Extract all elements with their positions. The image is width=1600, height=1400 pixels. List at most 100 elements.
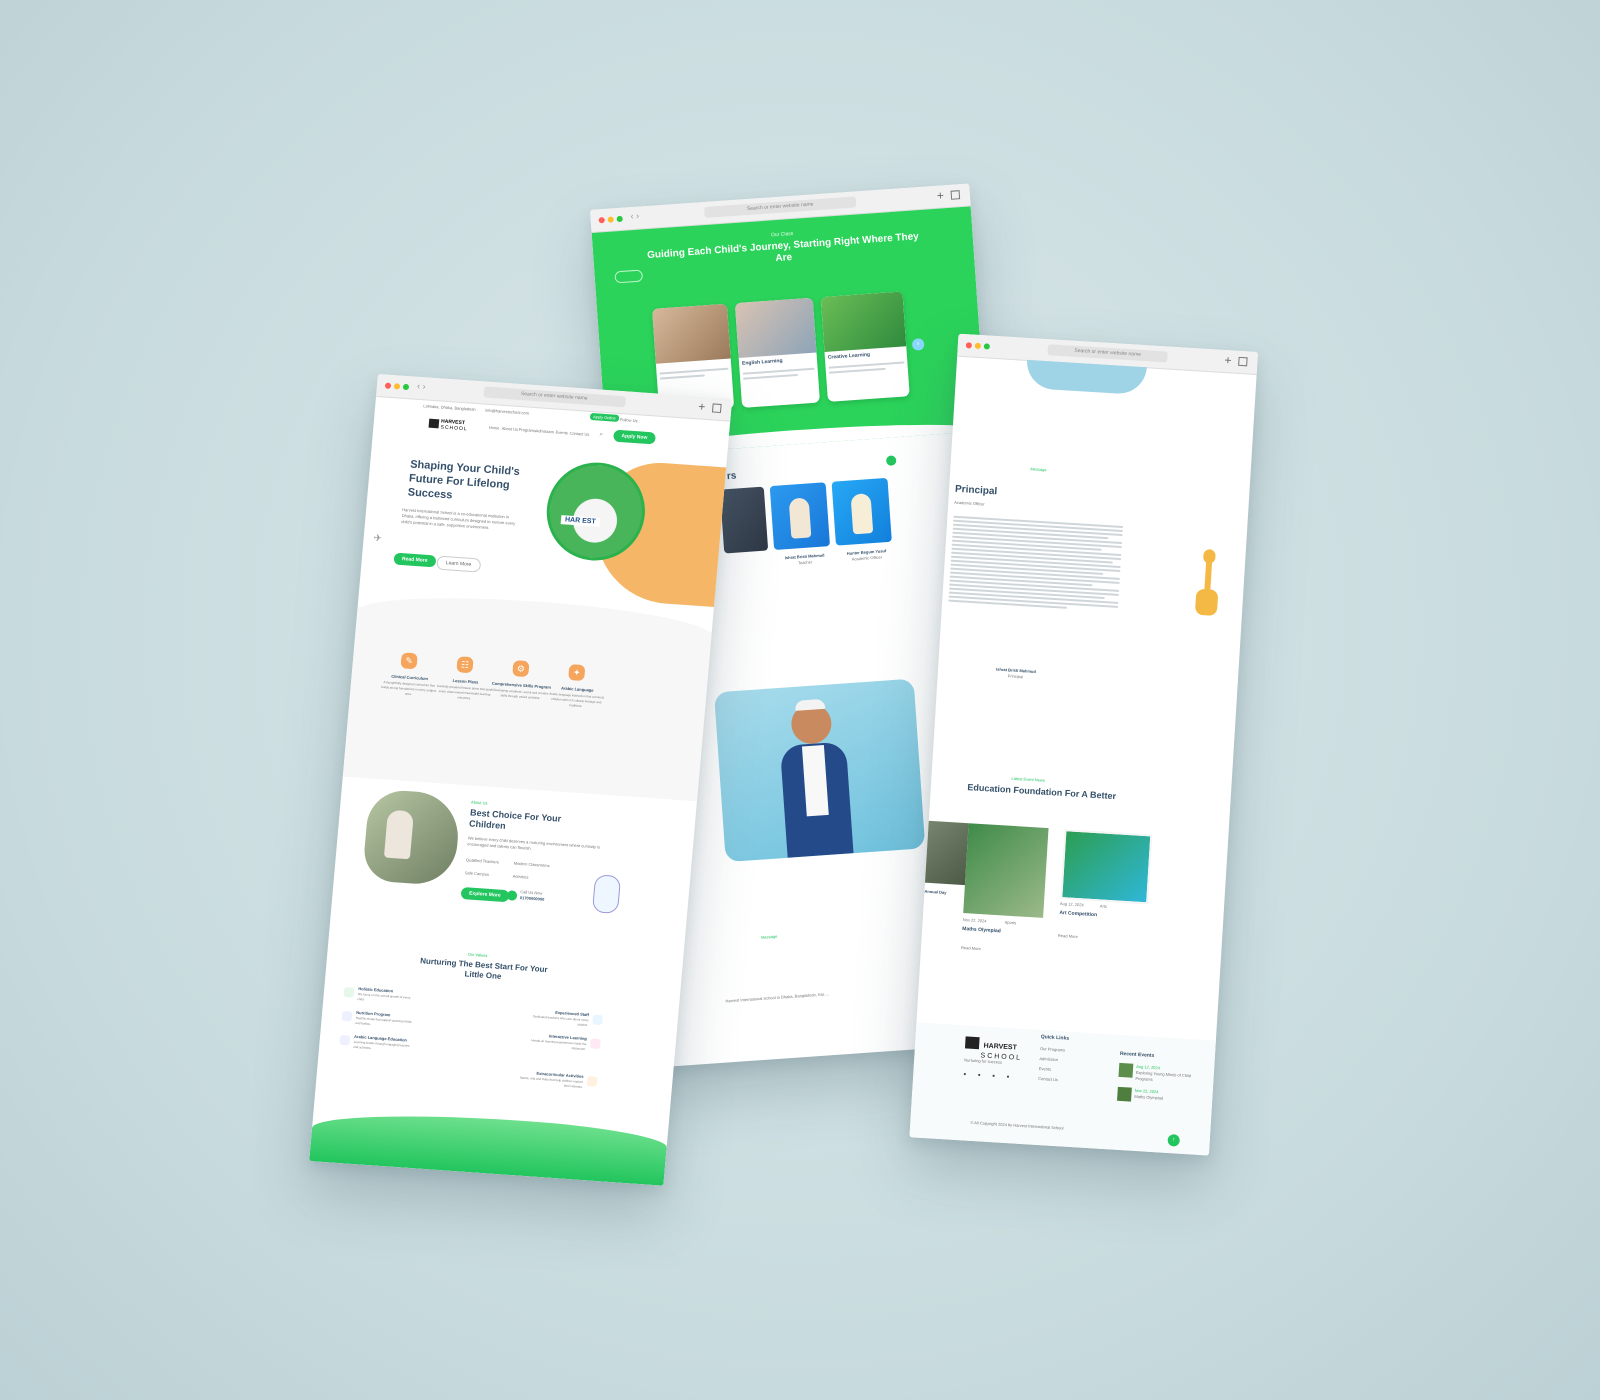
services-tag: Our Values bbox=[467, 951, 488, 958]
footer-snippet: Harvest International School in Dhaka, B… bbox=[725, 991, 830, 1004]
class-card-image bbox=[652, 303, 731, 364]
tabs-icon[interactable] bbox=[950, 190, 961, 200]
social-icons[interactable]: ● ● ● ● bbox=[963, 1071, 1015, 1080]
minimize-dot[interactable] bbox=[974, 342, 982, 350]
close-dot[interactable] bbox=[384, 382, 392, 389]
service-icon bbox=[590, 1038, 601, 1050]
principal-title: Principal bbox=[954, 483, 998, 498]
class-card[interactable]: English Learning bbox=[734, 297, 820, 408]
teacher-card[interactable] bbox=[719, 486, 769, 554]
new-tab-icon[interactable]: + bbox=[1224, 353, 1232, 367]
choice-tag: About Us bbox=[470, 799, 488, 806]
features-section: ✎ ☷ ⚙ ✦ Clinical Curriculum A thoughtful… bbox=[342, 607, 712, 802]
service-icon bbox=[592, 1014, 603, 1026]
recent-events-title: Recent Events bbox=[1119, 1050, 1155, 1059]
logo-subtext: SCHOOL bbox=[440, 424, 468, 433]
feature-text: Arabic language instruction that connect… bbox=[549, 691, 605, 709]
quick-link[interactable]: Events bbox=[1039, 1066, 1052, 1073]
address-bar[interactable]: Search or enter website name bbox=[1047, 344, 1168, 363]
logo-mark-icon bbox=[428, 418, 440, 429]
minimize-dot[interactable] bbox=[607, 216, 614, 223]
quick-link[interactable]: Contact Us bbox=[1038, 1076, 1058, 1083]
search-icon[interactable]: ⌕ bbox=[599, 432, 603, 439]
event-card[interactable]: Aug 12, 2024 Arts Art Competition bbox=[1059, 829, 1153, 924]
event-date: Aug 12, 2024 bbox=[1059, 900, 1084, 908]
feature-text: A thoughtfully designed curriculum that … bbox=[381, 680, 437, 697]
event-image bbox=[963, 823, 1049, 918]
curriculum-icon: ✎ bbox=[400, 652, 418, 670]
address-bar[interactable]: Search or enter website name bbox=[704, 196, 857, 219]
maximize-dot[interactable] bbox=[402, 383, 410, 391]
service-icon bbox=[341, 1010, 353, 1022]
hero-sign: HAR EST bbox=[560, 515, 601, 527]
close-dot[interactable] bbox=[598, 217, 605, 224]
signature-role: Principal bbox=[1007, 673, 1024, 680]
maximize-dot[interactable] bbox=[983, 343, 991, 350]
hero-text: Harvest International School is a co-edu… bbox=[401, 507, 516, 531]
choice-image bbox=[361, 788, 462, 887]
apply-online-link[interactable]: Apply Online bbox=[589, 412, 620, 422]
tabs-icon[interactable] bbox=[1238, 356, 1248, 367]
recent-event-title[interactable]: Maths Olympiad bbox=[1134, 1094, 1163, 1102]
recent-event-title[interactable]: Exploring Young Minds of Child Programs bbox=[1135, 1070, 1196, 1086]
tabs-icon[interactable] bbox=[711, 403, 722, 414]
teacher-figure bbox=[788, 497, 812, 539]
back-to-top-button[interactable]: ↑ bbox=[1167, 1133, 1181, 1147]
service-icon bbox=[343, 987, 355, 998]
minimize-dot[interactable] bbox=[393, 383, 401, 390]
choice-item: Safe Campus bbox=[464, 870, 490, 877]
event-readmore[interactable]: Read More bbox=[961, 945, 981, 952]
close-dot[interactable] bbox=[965, 342, 973, 349]
choice-item: Activities bbox=[512, 873, 529, 880]
student-banner bbox=[713, 678, 926, 863]
service-icon bbox=[586, 1076, 598, 1087]
explore-more-button[interactable]: Explore More bbox=[460, 887, 510, 903]
address-bar[interactable]: Search or enter website name bbox=[482, 386, 626, 408]
services-title: Nurturing The Best Start For Your Little… bbox=[419, 956, 548, 981]
hero: Shaping Your Child's Future For Lifelong… bbox=[357, 433, 733, 636]
choice-title: Best Choice For Your Children bbox=[468, 807, 562, 831]
choice-item: Modern Classrooms bbox=[513, 860, 550, 869]
teacher-card[interactable] bbox=[769, 482, 831, 550]
event-tag: Arts bbox=[1099, 903, 1108, 909]
new-tab-icon[interactable]: + bbox=[698, 399, 706, 413]
logo-mark-icon bbox=[964, 1036, 980, 1050]
recent-event-thumb bbox=[1117, 1086, 1132, 1102]
browser-window-right: Search or enter website name + Message P… bbox=[909, 333, 1258, 1156]
recent-event-thumb bbox=[1118, 1062, 1134, 1078]
event-card[interactable]: Nov 22, 2024 Sports Maths Olympiad bbox=[962, 823, 1049, 938]
phone-number[interactable]: 01700000000 bbox=[520, 895, 545, 902]
next-arrow-icon[interactable]: › bbox=[911, 338, 925, 351]
hero-title: Shaping Your Child's Future For Lifelong… bbox=[407, 458, 521, 502]
read-more-button[interactable]: Read More bbox=[393, 552, 436, 568]
top-image-fragment bbox=[1025, 359, 1147, 396]
footer: HARVEST SCHOOL Nurturing for success ● ●… bbox=[909, 1022, 1216, 1156]
class-card[interactable]: Creative Learning bbox=[820, 291, 910, 402]
nav-programs[interactable]: Programs bbox=[518, 427, 536, 434]
maximize-dot[interactable] bbox=[616, 215, 623, 223]
event-title: Maths Olympiad bbox=[962, 926, 1001, 935]
back-forward-icon[interactable]: ‹ › bbox=[630, 211, 639, 222]
nav-home[interactable]: Home bbox=[488, 425, 500, 432]
nav-events[interactable]: Events bbox=[555, 430, 568, 437]
event-title: Art Competition bbox=[1059, 909, 1098, 919]
apply-now-button[interactable]: Apply Now bbox=[613, 429, 656, 445]
quick-link[interactable]: Admission bbox=[1039, 1056, 1058, 1063]
message-tag: Message bbox=[1030, 466, 1047, 473]
child-figure bbox=[383, 809, 415, 860]
nav-contact[interactable]: Contact Us bbox=[569, 431, 589, 438]
choice-text: We believe every child deserves a nurtur… bbox=[467, 835, 601, 851]
nav-about[interactable]: About Us bbox=[501, 426, 519, 433]
event-readmore[interactable]: Read More bbox=[1058, 933, 1078, 940]
nav-admission[interactable]: Admission bbox=[535, 428, 554, 435]
new-tab-icon[interactable]: + bbox=[936, 188, 944, 202]
event-title: Annual Day bbox=[924, 888, 947, 895]
events-tag: Latest Event News bbox=[1011, 775, 1045, 783]
back-forward-icon[interactable]: ‹ › bbox=[417, 381, 426, 392]
slider-next-button[interactable] bbox=[885, 455, 897, 466]
learn-more-button[interactable]: Learn More bbox=[436, 555, 481, 573]
teacher-card[interactable] bbox=[831, 477, 892, 546]
event-image bbox=[1060, 829, 1153, 905]
quick-link[interactable]: Our Programs bbox=[1040, 1046, 1065, 1054]
browser-window-left: ‹ › Search or enter website name + Lalma… bbox=[309, 374, 733, 1186]
